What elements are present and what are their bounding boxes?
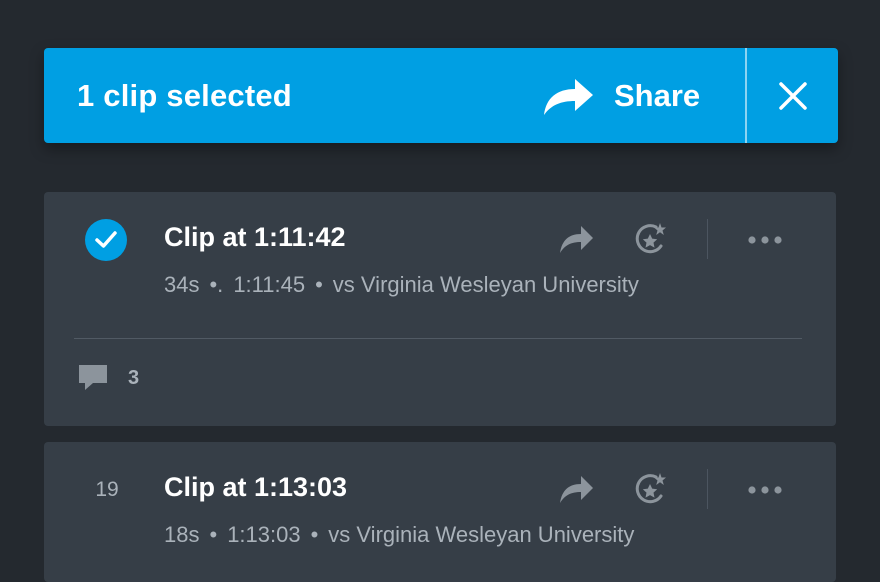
clip-title[interactable]: Clip at 1:11:42 — [164, 222, 346, 253]
comments-button[interactable]: 3 — [78, 364, 139, 392]
close-icon — [778, 81, 807, 110]
meta-separator: •. — [209, 272, 224, 297]
clip-title[interactable]: Clip at 1:13:03 — [164, 472, 347, 503]
checkmark-icon — [95, 231, 117, 248]
comment-count: 3 — [128, 366, 140, 389]
clip-card[interactable]: Clip at 1:11:42 34s •. 1:11:45 • vs Virginia… — [44, 192, 836, 426]
share-arrow-icon — [544, 78, 593, 115]
clip-card[interactable]: 19 Clip at 1:13:03 18s • 1:13:03 • vs Virgin… — [44, 442, 836, 582]
more-options-icon[interactable] — [746, 222, 784, 258]
more-options-icon[interactable] — [746, 472, 784, 508]
highlight-star-icon[interactable] — [634, 472, 666, 508]
clip-meta: 34s •. 1:11:45 • vs Virginia Wesleyan Univer… — [164, 272, 684, 298]
clip-duration: 18s — [164, 522, 200, 547]
clip-timestamp: 1:11:45 — [233, 272, 306, 297]
card-divider — [74, 338, 802, 339]
meta-separator: • — [310, 522, 319, 547]
action-divider — [707, 469, 708, 509]
highlight-star-icon[interactable] — [634, 222, 666, 258]
clip-opponent: vs Virginia Wesleyan University — [328, 522, 635, 547]
share-button[interactable]: Share — [542, 48, 745, 143]
share-arrow-icon[interactable] — [558, 472, 594, 508]
action-divider — [707, 219, 708, 259]
meta-separator: • — [315, 272, 323, 297]
clip-duration: 34s — [164, 272, 200, 297]
selection-bar: 1 clip selected Share — [44, 48, 838, 143]
clip-meta: 18s • 1:13:03 • vs Virginia Wesleyan Univers… — [164, 522, 684, 548]
meta-separator: • — [209, 522, 218, 547]
clip-index[interactable]: 19 — [80, 478, 134, 502]
share-arrow-icon[interactable] — [558, 222, 594, 258]
clip-timestamp: 1:13:03 — [227, 522, 301, 547]
selected-checkbox[interactable] — [85, 219, 127, 261]
close-button[interactable] — [747, 48, 838, 143]
clip-opponent: vs Virginia Wesleyan University — [332, 272, 639, 297]
share-label: Share — [614, 77, 701, 113]
comment-icon — [79, 365, 107, 390]
selection-count: 1 clip selected — [77, 78, 292, 113]
